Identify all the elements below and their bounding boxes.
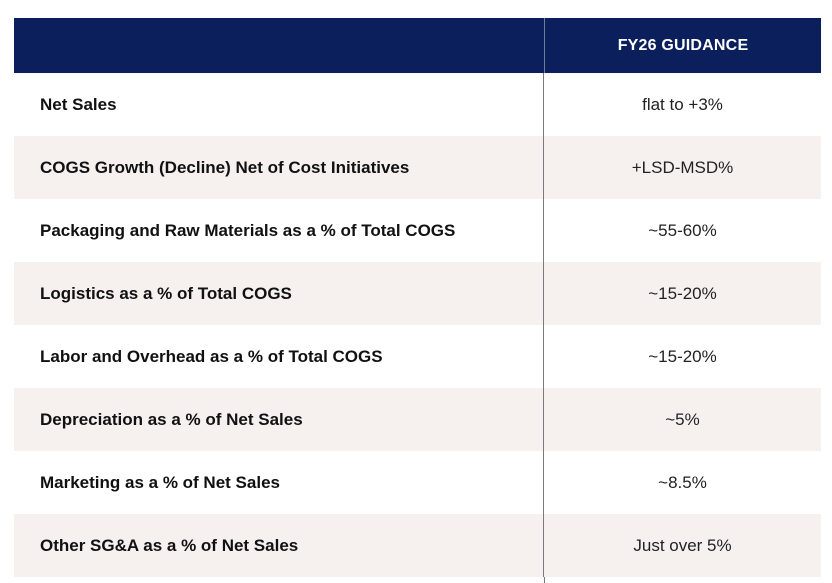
row-value: ~15-20% <box>648 283 717 303</box>
row-value: ~5% <box>665 409 700 429</box>
table-row: COGS Growth (Decline) Net of Cost Initia… <box>14 136 821 199</box>
row-label: Logistics as a % of Total COGS <box>14 262 544 325</box>
row-label: Net Sales <box>14 73 544 136</box>
table-row: Depreciation as a % of Net Sales ~5% <box>14 388 821 451</box>
table-row: Logistics as a % of Total COGS ~15-20% <box>14 262 821 325</box>
row-value: +LSD-MSD% <box>631 157 734 177</box>
row-label: Marketing as a % of Net Sales <box>14 451 544 514</box>
header-fy26-guidance: FY26 GUIDANCE <box>617 36 749 54</box>
row-value: ~55-60% <box>648 220 717 240</box>
table-row: Net Sales flat to +3% <box>14 73 821 136</box>
table-row: Marketing as a % of Net Sales ~8.5% <box>14 451 821 514</box>
column-divider <box>14 577 545 583</box>
row-label: Labor and Overhead as a % of Total COGS <box>14 325 544 388</box>
table-header: FY26 GUIDANCE <box>14 18 821 73</box>
guidance-table: FY26 GUIDANCE Net Sales flat to +3% COGS… <box>14 18 821 583</box>
table-row: Labor and Overhead as a % of Total COGS … <box>14 325 821 388</box>
row-value: flat to +3% <box>642 94 723 114</box>
row-label: Depreciation as a % of Net Sales <box>14 388 544 451</box>
row-label: Packaging and Raw Materials as a % of To… <box>14 199 544 262</box>
row-value: Just over 5% <box>633 535 732 555</box>
table-row: Other SG&A as a % of Net Sales Just over… <box>14 514 821 577</box>
header-label-cell <box>14 18 545 73</box>
table-footer-spacer <box>14 577 821 583</box>
row-label: COGS Growth (Decline) Net of Cost Initia… <box>14 136 544 199</box>
row-value: ~15-20% <box>648 346 717 366</box>
row-label: Other SG&A as a % of Net Sales <box>14 514 544 577</box>
row-value: ~8.5% <box>658 472 707 492</box>
table-row: Packaging and Raw Materials as a % of To… <box>14 199 821 262</box>
